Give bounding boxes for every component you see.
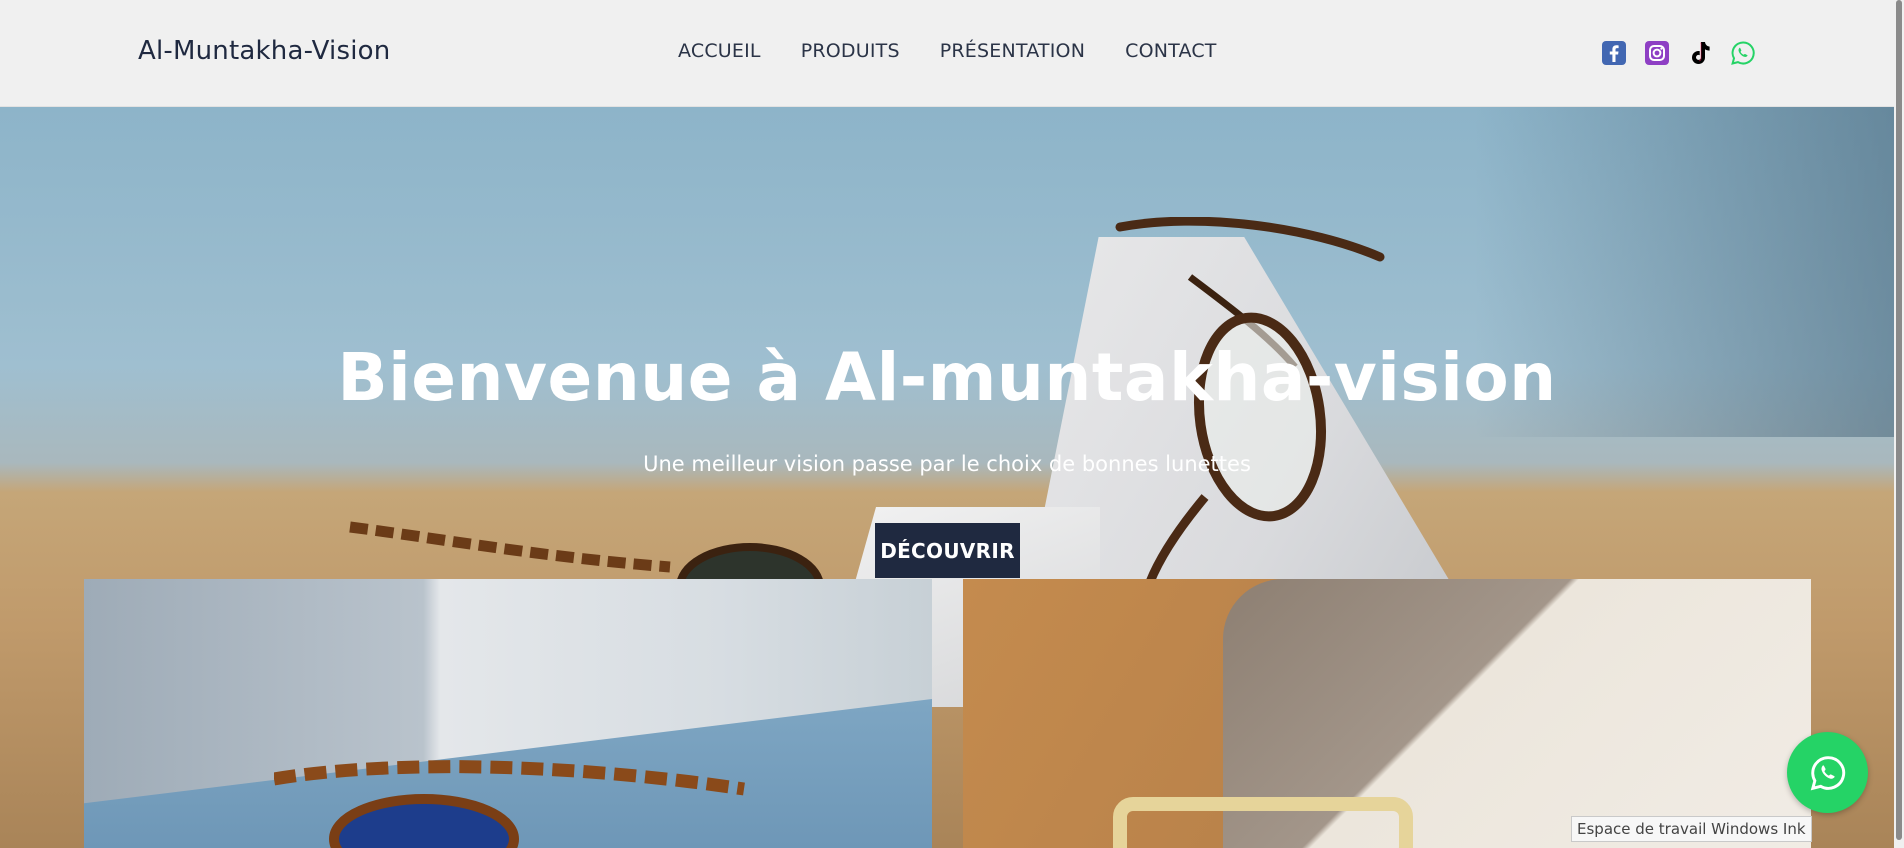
page-scrollbar[interactable] bbox=[1894, 0, 1904, 848]
windows-ink-tooltip: Espace de travail Windows Ink bbox=[1571, 816, 1812, 842]
product-card-2[interactable] bbox=[963, 579, 1811, 848]
site-header: Al-Muntakha-Vision ACCUEIL PRODUITS PRÉS… bbox=[0, 0, 1894, 107]
whatsapp-icon[interactable] bbox=[1730, 40, 1756, 67]
discover-button[interactable]: DÉCOUVRIR bbox=[875, 523, 1020, 578]
hero-subtitle: Une meilleur vision passe par le choix d… bbox=[643, 452, 1251, 476]
instagram-icon[interactable] bbox=[1644, 40, 1670, 67]
nav-accueil[interactable]: ACCUEIL bbox=[678, 40, 761, 62]
social-links bbox=[1601, 40, 1756, 67]
product-image-frame bbox=[1113, 797, 1413, 848]
nav-produits[interactable]: PRODUITS bbox=[801, 40, 900, 62]
nav-presentation[interactable]: PRÉSENTATION bbox=[940, 40, 1085, 62]
main-nav: ACCUEIL PRODUITS PRÉSENTATION CONTACT bbox=[678, 40, 1217, 62]
hero-title: Bienvenue à Al-muntakha-vision bbox=[337, 339, 1557, 416]
tiktok-icon[interactable] bbox=[1687, 40, 1713, 67]
facebook-icon[interactable] bbox=[1601, 40, 1627, 67]
whatsapp-chat-button[interactable] bbox=[1787, 732, 1868, 813]
product-image-glasses bbox=[274, 760, 745, 848]
whatsapp-icon bbox=[1810, 755, 1845, 790]
nav-contact[interactable]: CONTACT bbox=[1125, 40, 1217, 62]
scrollbar-thumb[interactable] bbox=[1896, 0, 1902, 840]
product-card-1[interactable] bbox=[84, 579, 932, 848]
site-brand[interactable]: Al-Muntakha-Vision bbox=[138, 36, 390, 66]
